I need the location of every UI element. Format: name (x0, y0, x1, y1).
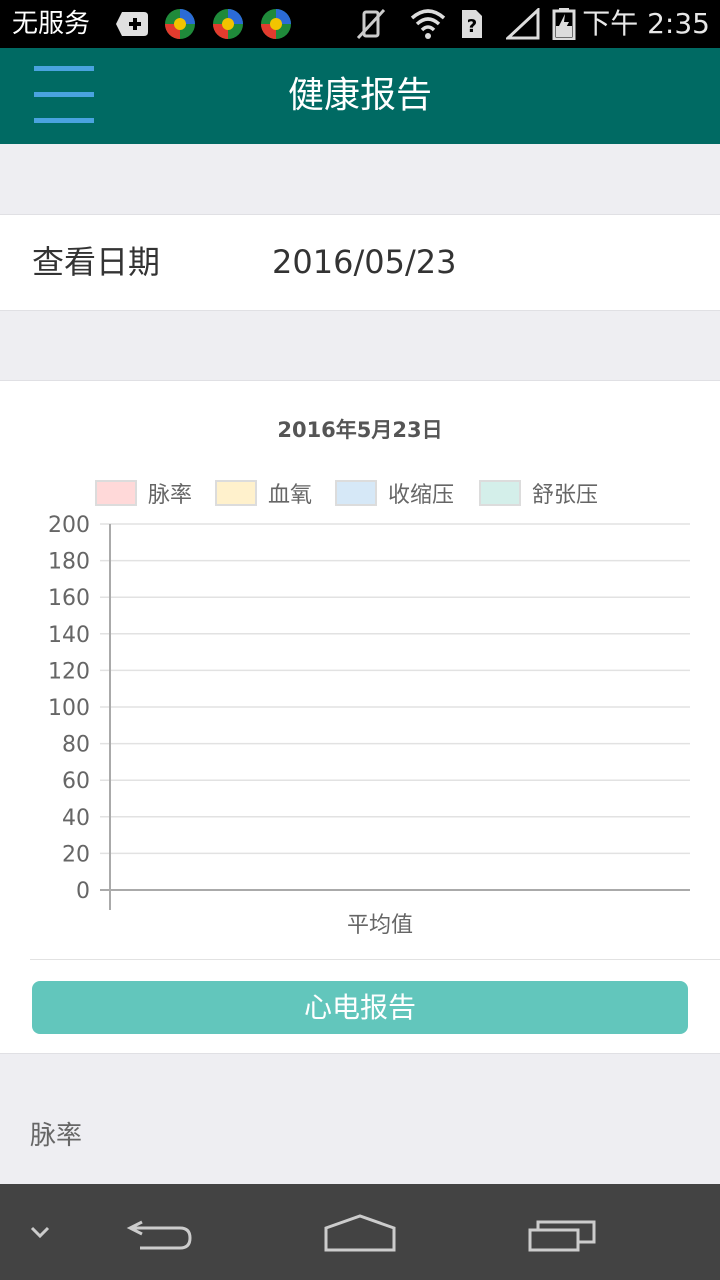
y-tick-label: 180 (48, 550, 90, 575)
y-tick-label: 20 (62, 842, 90, 867)
y-tick-label: 200 (48, 513, 90, 538)
battery-charging-icon (552, 8, 576, 40)
signal-icon (506, 8, 540, 40)
sim-unknown-icon: ? (462, 10, 482, 38)
section-label: 脉率 (30, 1121, 83, 1151)
back-icon[interactable] (120, 1184, 200, 1280)
chart-card: 2016年5月23日 脉率 血氧 收缩压 舒张压 0 20 40 60 80 100 120 140… (0, 380, 720, 1054)
status-bar: 无服务 ? 下午 2:35 (0, 0, 720, 48)
date-label: 查看日期 (32, 243, 161, 281)
app-notification-icon (165, 9, 195, 39)
y-axis: 0 20 40 60 80 100 120 140 160 180 200 (48, 513, 111, 910)
x-tick-label: 平均值 (347, 913, 413, 938)
legend-swatch[interactable] (215, 480, 257, 506)
divider (30, 959, 720, 960)
nav-bar (0, 1184, 720, 1280)
legend-label: 脉率 (148, 483, 192, 508)
hide-keyboard-icon[interactable] (20, 1184, 60, 1280)
clock: 下午 2:35 (582, 7, 710, 40)
page-title: 健康报告 (287, 75, 432, 116)
app-notification-icon (213, 9, 243, 39)
y-tick-label: 80 (62, 733, 90, 758)
legend-swatch[interactable] (479, 480, 521, 506)
app-notification-icon (261, 9, 291, 39)
y-tick-label: 120 (48, 659, 90, 684)
legend-label: 血氧 (268, 483, 312, 508)
vibrate-off-icon (356, 8, 386, 40)
notification-add-icon (116, 12, 148, 36)
carrier-status: 无服务 (12, 9, 91, 39)
legend-label: 收缩压 (388, 483, 454, 508)
wifi-icon (410, 9, 446, 39)
legend-swatch[interactable] (95, 480, 137, 506)
legend-label: 舒张压 (532, 483, 598, 508)
date-value[interactable]: 2016/05/23 (272, 215, 456, 310)
x-axis: 平均值 (347, 913, 413, 938)
chart-title: 2016年5月23日 (277, 418, 442, 442)
ecg-report-button[interactable]: 心电报告 (32, 981, 688, 1034)
app-bar: 健康报告 (0, 48, 720, 144)
y-tick-label: 160 (48, 586, 90, 611)
legend-swatch[interactable] (335, 480, 377, 506)
y-tick-label: 40 (62, 806, 90, 831)
recent-apps-icon[interactable] (522, 1184, 602, 1280)
health-chart: 2016年5月23日 脉率 血氧 收缩压 舒张压 0 20 40 60 80 100 120 140… (48, 418, 690, 938)
svg-text:?: ? (467, 16, 477, 37)
chart-grid (100, 523, 690, 891)
home-icon[interactable] (320, 1184, 400, 1280)
y-tick-label: 100 (48, 696, 90, 721)
y-tick-label: 60 (62, 769, 90, 794)
y-tick-label: 0 (76, 879, 90, 904)
y-tick-label: 140 (48, 623, 90, 648)
date-row: 查看日期 2016/05/23 (0, 214, 720, 311)
chart-legend: 脉率 血氧 收缩压 舒张压 (95, 480, 598, 508)
